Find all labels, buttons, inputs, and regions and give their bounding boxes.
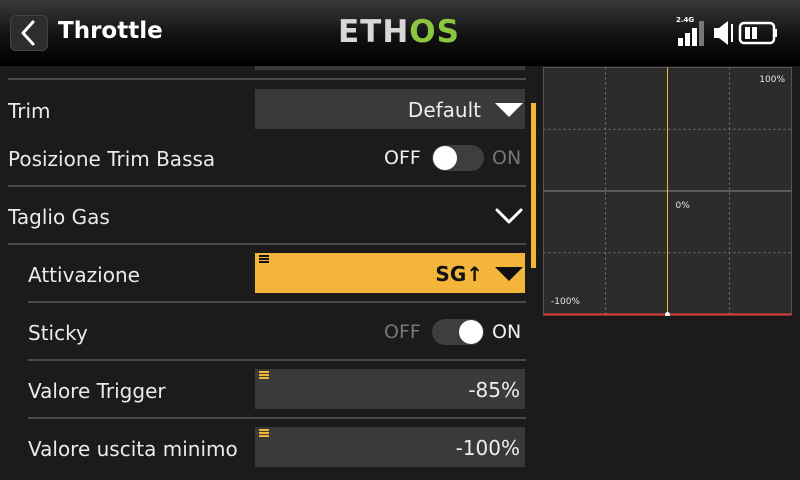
sticky-label: Sticky bbox=[28, 321, 88, 345]
chevron-left-icon bbox=[21, 20, 35, 46]
divider bbox=[28, 301, 526, 303]
trigger-value-field[interactable]: -85% bbox=[255, 369, 525, 409]
expand-chevron[interactable] bbox=[494, 206, 524, 230]
toggle-on-label: ON bbox=[492, 147, 522, 169]
trim-low-position-label: Posizione Trim Bassa bbox=[8, 147, 216, 171]
trim-label: Trim bbox=[8, 99, 51, 123]
speaker-muted-icon bbox=[714, 21, 733, 45]
activation-value: SG↑ bbox=[435, 262, 483, 286]
chart-label-center: 0% bbox=[676, 201, 691, 211]
toggle-knob bbox=[459, 320, 483, 344]
back-button[interactable] bbox=[10, 15, 48, 51]
min-output-field[interactable]: -100% bbox=[255, 427, 525, 467]
settings-list[interactable]: Trim Default Posizione Trim Bassa OFF ON… bbox=[0, 66, 530, 480]
status-area: 2.4G bbox=[676, 16, 788, 48]
signal-bars-icon bbox=[678, 21, 704, 46]
chevron-down-icon bbox=[495, 208, 523, 224]
toggle-track bbox=[432, 145, 484, 171]
page-title: Throttle bbox=[58, 18, 163, 44]
throttle-cut-label: Taglio Gas bbox=[8, 205, 110, 229]
toggle-track bbox=[432, 319, 484, 345]
divider bbox=[8, 243, 526, 245]
previous-field[interactable] bbox=[255, 66, 525, 70]
dropdown-arrow-icon bbox=[495, 267, 523, 281]
sticky-toggle[interactable]: OFF ON bbox=[384, 317, 524, 347]
dropdown-arrow-icon bbox=[495, 103, 523, 117]
toggle-off-label: OFF bbox=[384, 147, 421, 169]
chart-label-bottom: -100% bbox=[551, 297, 580, 307]
trigger-value: -85% bbox=[468, 378, 520, 402]
chart-label-top: 100% bbox=[759, 75, 785, 85]
rf-band-label: 2.4G bbox=[676, 16, 695, 24]
divider bbox=[28, 417, 526, 419]
trigger-value-label: Valore Trigger bbox=[28, 379, 166, 403]
toggle-knob bbox=[433, 146, 457, 170]
menu-lines-icon bbox=[259, 255, 269, 264]
trim-dropdown[interactable]: Default bbox=[255, 89, 525, 129]
ethos-logo: ETHOS bbox=[338, 14, 460, 50]
trim-low-position-toggle[interactable]: OFF ON bbox=[384, 143, 524, 173]
battery-icon bbox=[738, 21, 777, 45]
toggle-on-label: ON bbox=[492, 321, 522, 343]
throttle-curve-chart: 100% 0% -100% bbox=[543, 67, 792, 316]
menu-lines-icon bbox=[259, 371, 269, 380]
trim-value: Default bbox=[407, 98, 481, 122]
min-output-label: Valore uscita minimo bbox=[28, 437, 238, 461]
divider bbox=[8, 185, 526, 187]
list-scrollbar[interactable] bbox=[531, 103, 536, 268]
menu-lines-icon bbox=[259, 429, 269, 438]
activation-label: Attivazione bbox=[28, 263, 140, 287]
min-output-value: -100% bbox=[455, 436, 520, 460]
divider bbox=[8, 78, 526, 80]
activation-dropdown[interactable]: SG↑ bbox=[255, 253, 525, 293]
divider bbox=[28, 359, 526, 361]
toggle-off-label: OFF bbox=[384, 321, 421, 343]
top-bar: Throttle ETHOS 2.4G bbox=[0, 0, 800, 66]
